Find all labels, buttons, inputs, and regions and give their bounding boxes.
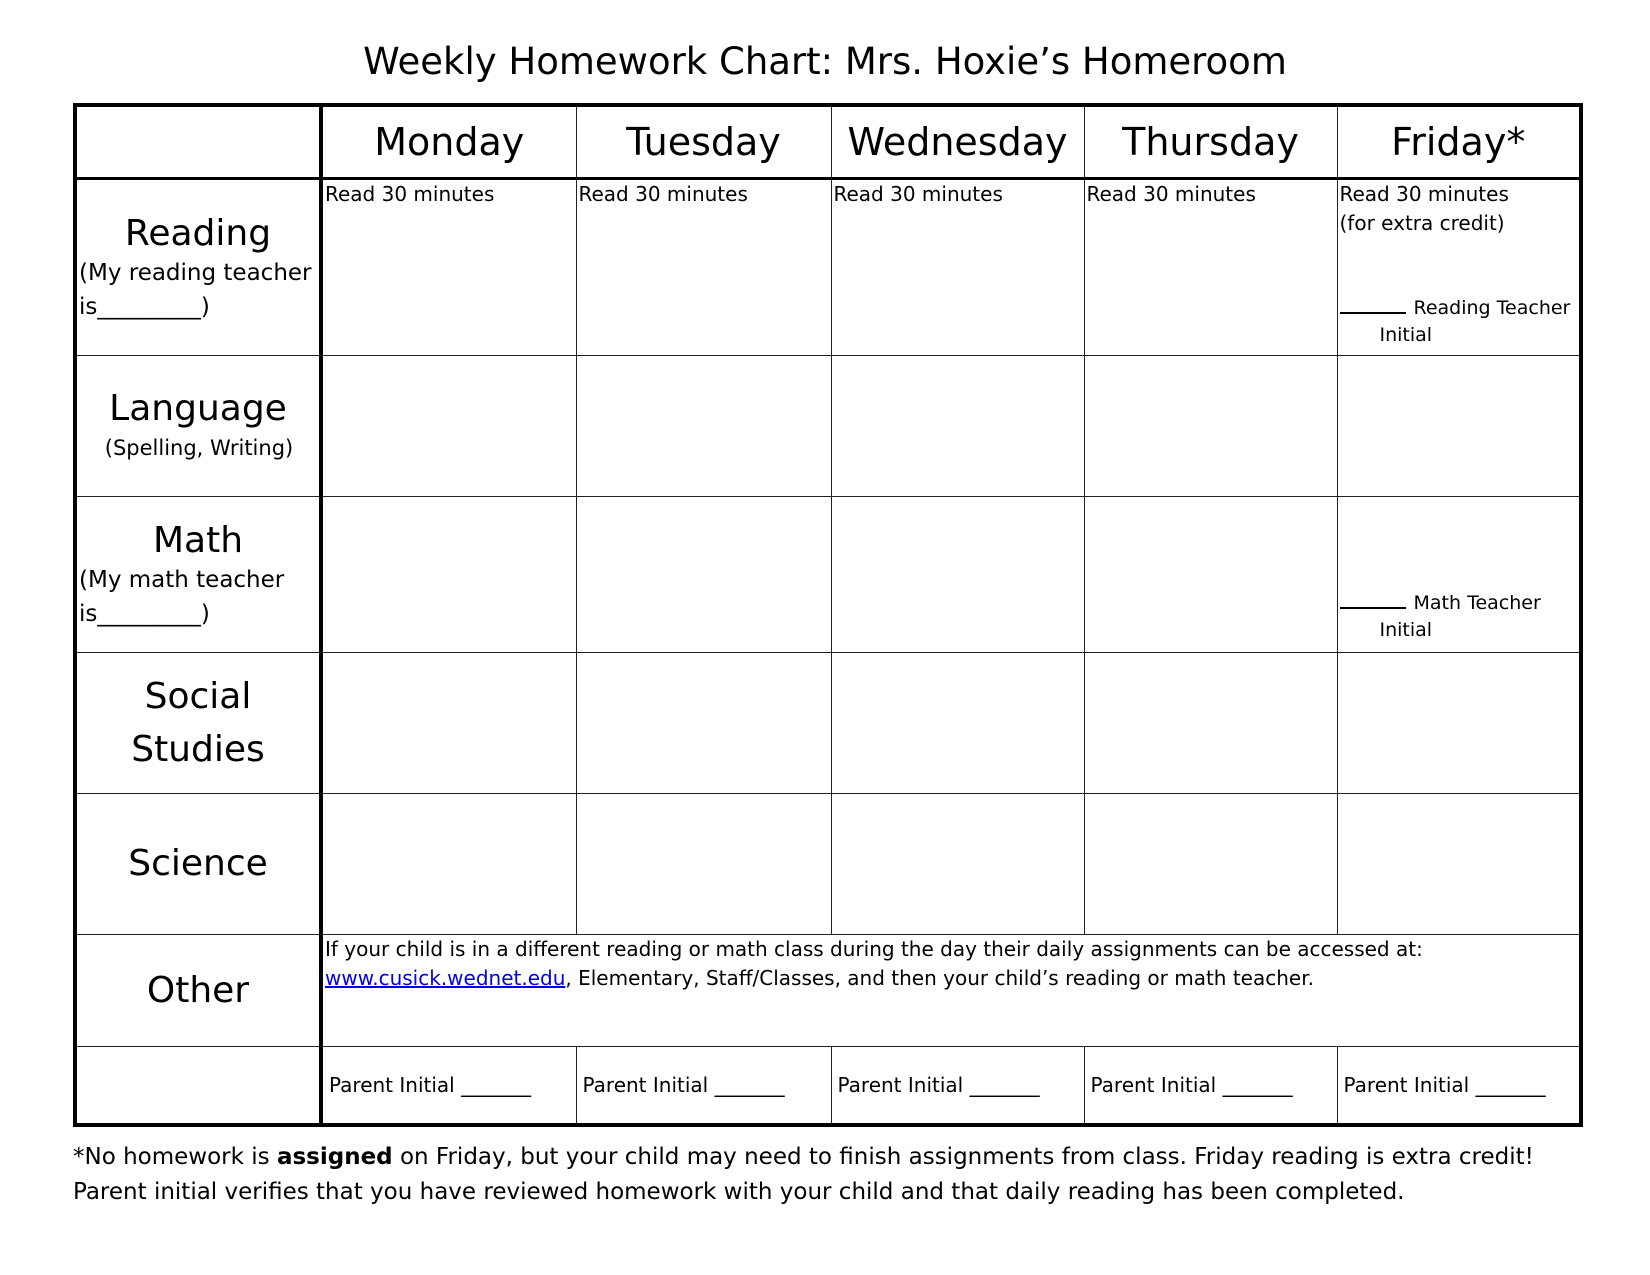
subject-label: Reading xyxy=(124,212,272,254)
parent-initial-monday[interactable]: Parent Initial _______ xyxy=(320,1046,577,1125)
row-other: Other If your child is in a different re… xyxy=(74,934,1582,1047)
cell-math-tuesday[interactable] xyxy=(575,496,832,653)
cell-language-tuesday[interactable] xyxy=(575,355,832,497)
subject-other: Other xyxy=(74,934,323,1047)
corner-cell xyxy=(74,104,323,180)
row-reading: Reading (My reading teacher is_________)… xyxy=(74,178,1582,356)
subject-language: Language (Spelling, Writing) xyxy=(74,355,323,497)
row-science: Science xyxy=(74,793,1582,935)
cell-math-friday[interactable]: Math Teacher Initial xyxy=(1336,496,1582,653)
row-language: Language (Spelling, Writing) xyxy=(74,355,1582,497)
footer-line-1: *No homework is assigned on Friday, but … xyxy=(73,1144,1534,1170)
school-website-link[interactable]: www.cusick.wednet.edu xyxy=(325,966,565,990)
parent-initial-tuesday[interactable]: Parent Initial _______ xyxy=(575,1046,832,1125)
day-header-tuesday: Tuesday xyxy=(575,104,832,180)
parent-initial-thursday[interactable]: Parent Initial _______ xyxy=(1083,1046,1338,1125)
subject-math: Math (My math teacher is_________) xyxy=(74,496,323,653)
header-row: Monday Tuesday Wednesday Thursday Friday… xyxy=(74,104,1582,180)
cell-language-wednesday[interactable] xyxy=(830,355,1085,497)
initial-blank[interactable] xyxy=(1339,312,1406,314)
footer-notes: *No homework is assigned on Friday, but … xyxy=(73,1140,1534,1210)
subject-label: Social xyxy=(144,676,252,717)
extra-credit-note: (for extra credit) xyxy=(1339,211,1505,235)
subject-label: Math xyxy=(152,519,244,561)
cell-social-tuesday[interactable] xyxy=(575,652,832,794)
other-info-line1: If your child is in a different reading … xyxy=(325,937,1423,961)
page-title: Weekly Homework Chart: Mrs. Hoxie’s Home… xyxy=(363,40,1287,83)
teacher-blank[interactable]: is_________) xyxy=(77,290,319,324)
cell-math-wednesday[interactable] xyxy=(830,496,1085,653)
cell-math-monday[interactable] xyxy=(320,496,577,653)
subject-science: Science xyxy=(74,793,323,935)
cell-reading-tuesday[interactable]: Read 30 minutes xyxy=(575,178,832,356)
cell-science-friday[interactable] xyxy=(1336,793,1582,935)
subject-note: (Spelling, Writing) xyxy=(104,436,294,460)
cell-social-thursday[interactable] xyxy=(1083,652,1338,794)
cell-language-monday[interactable] xyxy=(320,355,577,497)
row-math: Math (My math teacher is_________) Math … xyxy=(74,496,1582,653)
cell-reading-thursday[interactable]: Read 30 minutes xyxy=(1083,178,1338,356)
teacher-blank[interactable]: is_________) xyxy=(77,597,319,631)
cell-science-wednesday[interactable] xyxy=(830,793,1085,935)
day-header-thursday: Thursday xyxy=(1083,104,1338,180)
subject-label: Language xyxy=(109,388,287,429)
cell-science-tuesday[interactable] xyxy=(575,793,832,935)
parent-initial-friday[interactable]: Parent Initial _______ xyxy=(1336,1046,1582,1125)
subject-reading: Reading (My reading teacher is_________) xyxy=(74,178,323,356)
cell-reading-monday[interactable]: Read 30 minutes xyxy=(320,178,577,356)
cell-social-monday[interactable] xyxy=(320,652,577,794)
parent-label-cell xyxy=(74,1046,323,1125)
cell-reading-wednesday[interactable]: Read 30 minutes xyxy=(830,178,1085,356)
subject-label: Science xyxy=(128,843,268,884)
cell-social-wednesday[interactable] xyxy=(830,652,1085,794)
teacher-note: (My math teacher xyxy=(79,566,285,593)
subject-label: Other xyxy=(146,969,250,1011)
cell-science-thursday[interactable] xyxy=(1083,793,1338,935)
cell-language-thursday[interactable] xyxy=(1083,355,1338,497)
cell-language-friday[interactable] xyxy=(1336,355,1582,497)
day-header-monday: Monday xyxy=(320,104,577,180)
day-header-friday: Friday* xyxy=(1336,104,1582,180)
day-header-wednesday: Wednesday xyxy=(830,104,1085,180)
cell-reading-friday[interactable]: Read 30 minutes (for extra credit) Readi… xyxy=(1336,178,1582,356)
footer-line-2: Parent initial verifies that you have re… xyxy=(73,1179,1405,1205)
other-info-line2: www.cusick.wednet.edu, Elementary, Staff… xyxy=(325,966,1314,990)
teacher-note: (My reading teacher xyxy=(79,259,312,286)
initial-blank[interactable] xyxy=(1339,607,1406,609)
subject-social-studies: Social Studies xyxy=(74,652,323,794)
cell-science-monday[interactable] xyxy=(320,793,577,935)
cell-social-friday[interactable] xyxy=(1336,652,1582,794)
row-social-studies: Social Studies xyxy=(74,652,1582,794)
row-parent-initial: Parent Initial _______ Parent Initial __… xyxy=(74,1046,1582,1125)
subject-label-line2: Studies xyxy=(131,729,265,770)
cell-other-info: If your child is in a different reading … xyxy=(320,934,1582,1047)
parent-initial-wednesday[interactable]: Parent Initial _______ xyxy=(830,1046,1085,1125)
reading-teacher-initial[interactable]: Reading Teacher Initial xyxy=(1339,295,1570,349)
cell-math-thursday[interactable] xyxy=(1083,496,1338,653)
math-teacher-initial[interactable]: Math Teacher Initial xyxy=(1339,590,1541,644)
homework-chart-table: Monday Tuesday Wednesday Thursday Friday… xyxy=(73,103,1583,1127)
